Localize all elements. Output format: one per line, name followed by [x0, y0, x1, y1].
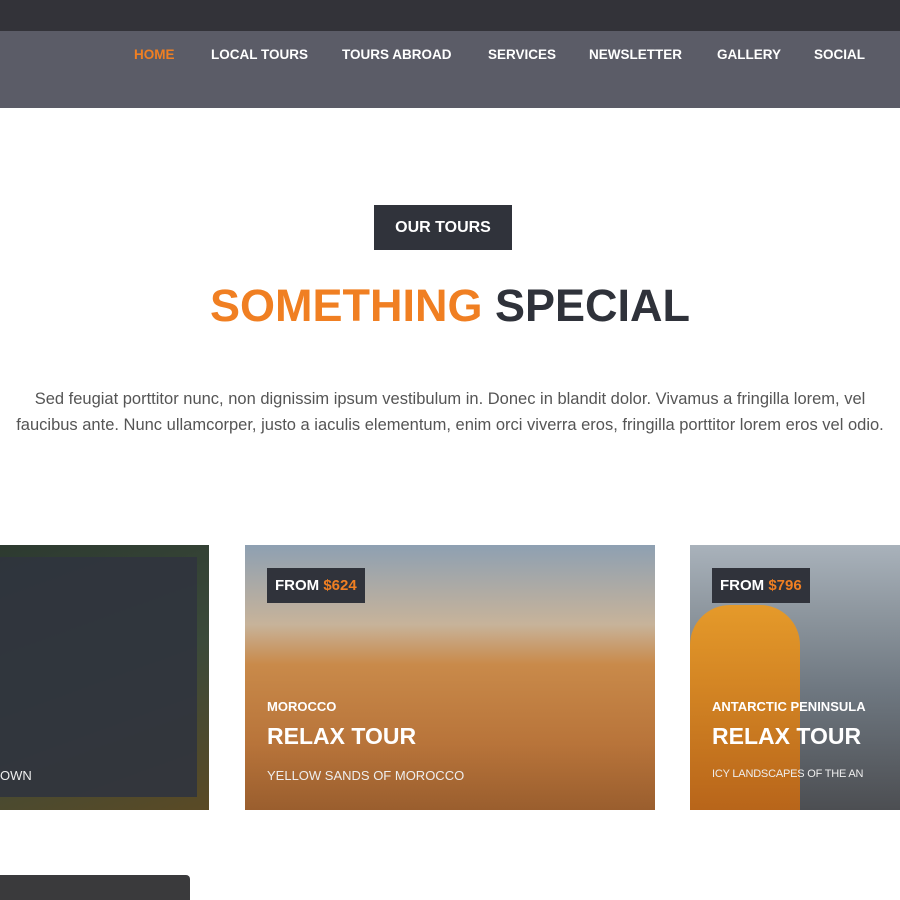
card-overlay: [0, 557, 197, 797]
nav-services[interactable]: SERVICES: [488, 47, 556, 62]
nav-local-tours[interactable]: LOCAL TOURS: [211, 47, 308, 62]
title-accent: SOMETHING: [209, 280, 483, 331]
price-label: FROM: [720, 577, 765, 594]
tour-subtitle: OWN: [0, 768, 32, 783]
section-title: SOMETHING SPECIAL: [0, 280, 900, 332]
price-value: $796: [768, 577, 802, 594]
section-badge: OUR TOURS: [374, 205, 512, 250]
tour-card[interactable]: FROM $624 MOROCCO RELAX TOUR YELLOW SAND…: [245, 545, 655, 810]
tour-name[interactable]: RELAX TOUR: [712, 723, 861, 750]
tour-location: ANTARCTIC PENINSULA: [712, 699, 866, 714]
nav-tours-abroad[interactable]: TOURS ABROAD: [342, 47, 452, 62]
tour-card[interactable]: FROM $796 ANTARCTIC PENINSULA RELAX TOUR…: [690, 545, 900, 810]
nav-home[interactable]: HOME: [134, 47, 175, 62]
bottom-panel: [0, 875, 190, 900]
tour-name[interactable]: RELAX TOUR: [267, 723, 416, 750]
nav-newsletter[interactable]: NEWSLETTER: [589, 47, 682, 62]
nav-social[interactable]: SOCIAL: [814, 47, 865, 62]
price-badge: FROM $796: [712, 568, 810, 603]
price-badge: FROM $624: [267, 568, 365, 603]
tour-subtitle: YELLOW SANDS OF MOROCCO: [267, 768, 465, 783]
top-bar: [0, 0, 900, 31]
price-label: FROM: [275, 577, 320, 594]
main-nav: HOME LOCAL TOURS TOURS ABROAD SERVICES N…: [0, 31, 900, 108]
tour-card[interactable]: OWN: [0, 545, 209, 810]
tour-location: MOROCCO: [267, 699, 337, 714]
nav-gallery[interactable]: GALLERY: [717, 47, 781, 62]
title-rest: SPECIAL: [495, 280, 691, 331]
price-value: $624: [323, 577, 357, 594]
section-lead: Sed feugiat porttitor nunc, non dignissi…: [16, 390, 884, 434]
tour-subtitle: ICY LANDSCAPES OF THE AN: [712, 768, 864, 780]
